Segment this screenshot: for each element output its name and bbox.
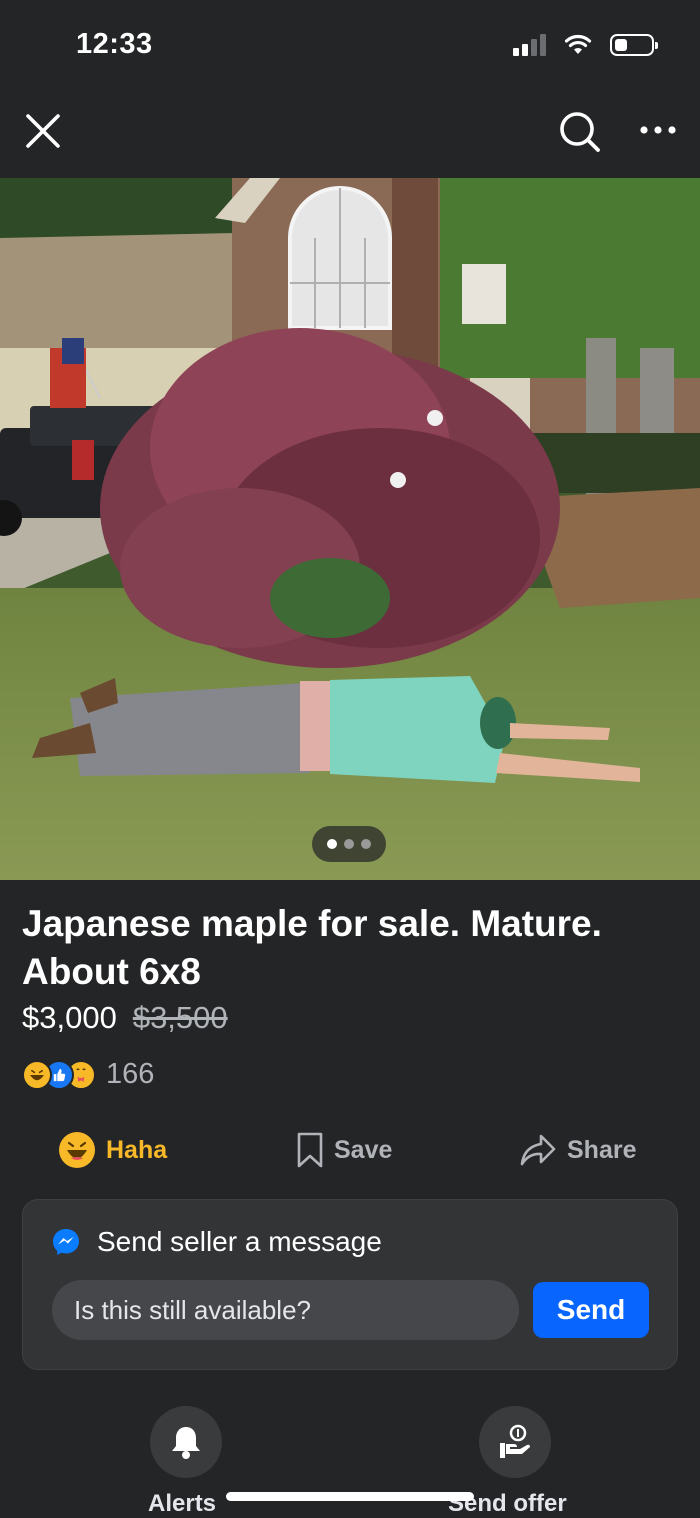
haha-label: Haha — [106, 1135, 168, 1164]
bell-icon — [172, 1427, 200, 1459]
listing-price: $3,000 — [22, 1000, 117, 1035]
reaction-count: 166 — [106, 1058, 155, 1090]
message-heading: Send seller a message — [51, 1226, 382, 1258]
offer-icon — [500, 1424, 530, 1458]
share-button[interactable]: Share — [519, 1122, 636, 1178]
alerts-label: Alerts — [148, 1490, 217, 1517]
haha-icon — [59, 1132, 95, 1168]
battery-icon — [610, 34, 658, 56]
haha-button[interactable]: Haha — [58, 1122, 167, 1178]
send-button[interactable]: Send — [533, 1282, 649, 1338]
messenger-icon — [53, 1229, 79, 1255]
message-input[interactable]: Is this still available? — [52, 1280, 519, 1340]
search-icon[interactable] — [558, 110, 602, 154]
close-icon[interactable] — [24, 112, 62, 150]
status-time: 12:33 — [76, 28, 153, 60]
home-indicator[interactable] — [226, 1492, 474, 1501]
pager-dot — [361, 839, 371, 849]
action-row: Haha Save Share — [0, 1122, 700, 1178]
bookmark-icon — [297, 1132, 323, 1168]
share-icon — [520, 1134, 556, 1166]
share-label: Share — [567, 1135, 637, 1164]
message-heading-text: Send seller a message — [97, 1226, 382, 1257]
pager-dot — [344, 839, 354, 849]
save-button[interactable]: Save — [296, 1122, 392, 1178]
top-nav — [0, 90, 700, 178]
alerts-button[interactable] — [150, 1406, 222, 1478]
listing-title: Japanese maple for sale. Mature. About 6… — [22, 903, 602, 992]
status-bar: 12:33 — [0, 0, 700, 90]
listing-photo[interactable] — [0, 178, 700, 880]
cellular-signal-icon — [513, 34, 546, 56]
message-seller-panel: Send seller a message Is this still avai… — [22, 1199, 678, 1370]
price-row: $3,000 $3,500 — [22, 1000, 228, 1036]
reaction-summary[interactable]: 166 — [22, 1058, 154, 1091]
save-label: Save — [334, 1135, 393, 1164]
haha-reaction-icon — [22, 1059, 52, 1090]
listing-photo-image — [0, 178, 700, 880]
wifi-icon — [564, 34, 592, 54]
status-icons — [513, 34, 658, 56]
more-options-icon[interactable] — [638, 118, 678, 142]
pager-dot — [327, 839, 337, 849]
photo-pager[interactable] — [312, 826, 386, 862]
original-price: $3,500 — [132, 1000, 228, 1035]
send-offer-button[interactable] — [479, 1406, 551, 1478]
